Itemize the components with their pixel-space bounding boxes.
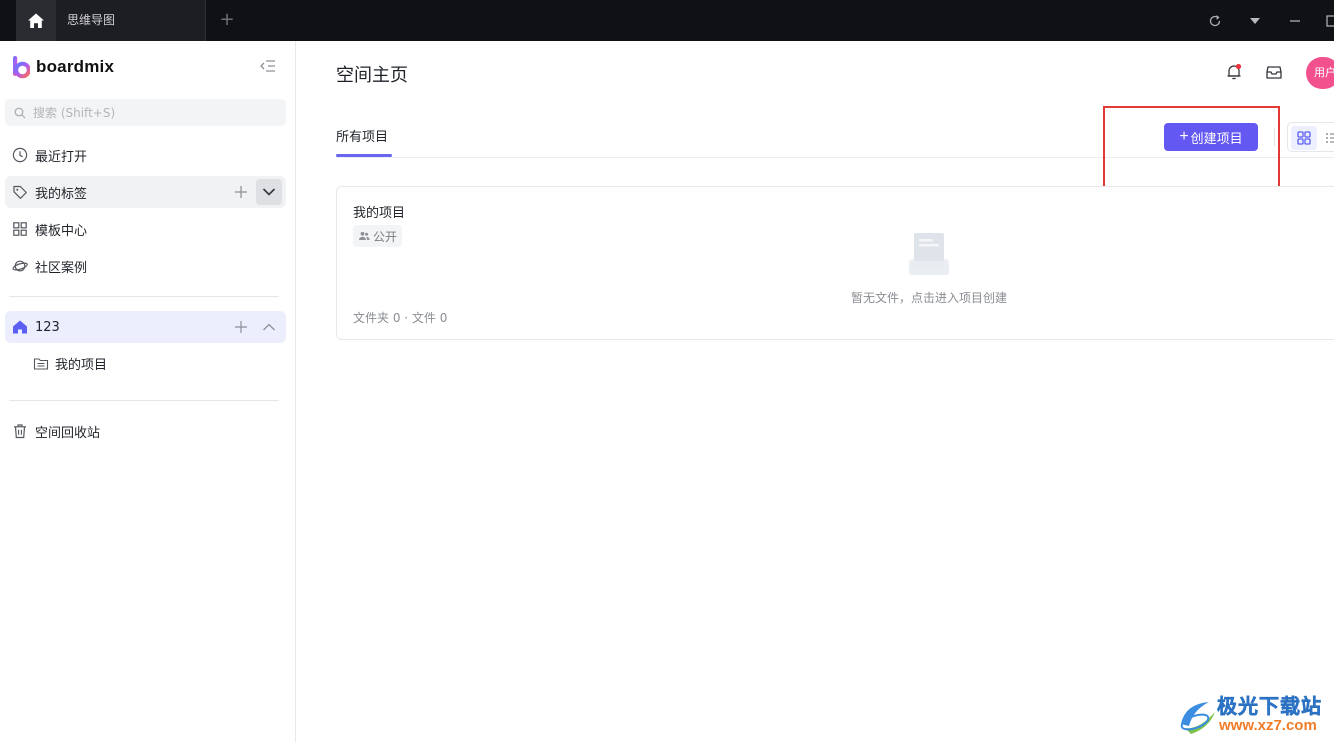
folder-icon: [33, 357, 49, 370]
home-icon: [28, 13, 44, 28]
sidebar-divider: [9, 400, 279, 401]
sidebar-divider: [9, 296, 279, 297]
inbox-button[interactable]: [1264, 62, 1284, 82]
collapse-sidebar-button[interactable]: [259, 58, 279, 76]
empty-state-text: 暂无文件，点击进入项目创建: [850, 291, 1007, 305]
boardmix-logo[interactable]: boardmix: [12, 55, 114, 79]
visibility-badge: 公开: [353, 225, 403, 247]
space-actions: [226, 314, 282, 340]
search-icon: [14, 107, 26, 118]
sidebar-item-label: 我的标签: [35, 186, 88, 202]
sidebar-item-recent[interactable]: 最近打开: [5, 139, 286, 171]
bell-icon: [1227, 63, 1242, 80]
sidebar-item-community[interactable]: 社区案例: [5, 250, 286, 282]
tab-all-projects[interactable]: 所有项目: [336, 126, 388, 145]
user-avatar[interactable]: 用户: [1306, 57, 1334, 89]
plus-icon: [235, 186, 247, 198]
minimize-icon: [1290, 19, 1300, 22]
project-stats: 文件夹 0 · 文件 0: [353, 311, 448, 325]
maximize-button[interactable]: [1324, 0, 1334, 41]
sidebar-item-label: 社区案例: [35, 260, 88, 276]
refresh-button[interactable]: [1205, 0, 1225, 41]
tag-icon: [12, 184, 28, 200]
trash-icon: [12, 423, 28, 439]
planet-icon: [12, 258, 28, 274]
empty-state: 暂无文件，点击进入项目创建: [849, 231, 1009, 306]
watermark-url: www.xz7.com: [1219, 717, 1317, 734]
logo-text: boardmix: [36, 57, 115, 76]
watermark-title: 极光下载站: [1217, 694, 1322, 719]
search-box[interactable]: [5, 99, 286, 126]
collapse-icon: [260, 60, 275, 72]
chevron-up-icon: [263, 323, 275, 331]
notifications-button[interactable]: [1224, 62, 1244, 82]
minimize-button[interactable]: [1285, 0, 1305, 41]
project-card[interactable]: 我的项目 公开 暂无文件，点击进入项目创建 文件夹 0 · 文件 0: [336, 186, 1334, 340]
grid-view-icon: [1297, 131, 1311, 145]
watermark: 极光下载站 www.xz7.com: [1175, 690, 1334, 740]
page-title: 空间主页: [336, 65, 408, 86]
space-home-icon: [12, 319, 28, 335]
add-project-button[interactable]: [228, 314, 254, 340]
tab-mindmap[interactable]: 思维导图: [56, 0, 206, 41]
chevron-down-icon: [262, 188, 276, 196]
dropdown-button[interactable]: [1245, 0, 1265, 41]
list-view-icon: [1326, 133, 1334, 143]
tags-actions: [226, 179, 282, 205]
watermark-logo-icon: [1180, 702, 1215, 734]
home-button[interactable]: [16, 0, 56, 41]
view-toggle: [1287, 122, 1334, 152]
caret-down-icon: [1250, 17, 1260, 24]
maximize-icon: [1326, 14, 1334, 27]
sidebar-item-tags[interactable]: 我的标签: [5, 176, 286, 208]
inbox-icon: [1266, 66, 1282, 79]
grid-view-button[interactable]: [1291, 126, 1317, 150]
sidebar-item-label: 最近打开: [35, 149, 88, 165]
search-input[interactable]: [33, 105, 273, 120]
sidebar-item-my-project[interactable]: 我的项目: [33, 354, 107, 373]
title-bar: 思维导图 +: [0, 0, 1334, 41]
new-tab-button[interactable]: +: [216, 0, 238, 41]
sidebar-item-space[interactable]: 123: [5, 311, 286, 343]
sidebar: boardmix 最近打开 我的标签: [0, 41, 296, 742]
sidebar-item-label: 我的项目: [55, 358, 108, 373]
clock-icon: [12, 147, 28, 163]
grid-icon: [12, 221, 28, 237]
project-card-title: 我的项目: [353, 206, 406, 221]
sidebar-item-label: 123: [35, 319, 60, 335]
list-view-button[interactable]: [1319, 126, 1334, 150]
empty-file-icon: [909, 233, 949, 275]
add-tag-button[interactable]: [228, 179, 254, 205]
collapse-space-button[interactable]: [256, 314, 282, 340]
visibility-label: 公开: [373, 229, 398, 244]
sidebar-item-trash[interactable]: 空间回收站: [5, 415, 286, 447]
sidebar-item-templates[interactable]: 模板中心: [5, 213, 286, 245]
plus-icon: [235, 321, 247, 333]
people-icon: [359, 231, 370, 240]
refresh-icon: [1209, 14, 1221, 26]
boardmix-logo-icon: [13, 56, 30, 79]
expand-tags-button[interactable]: [256, 179, 282, 205]
sidebar-item-label: 空间回收站: [35, 425, 101, 441]
sidebar-item-label: 模板中心: [35, 223, 88, 239]
